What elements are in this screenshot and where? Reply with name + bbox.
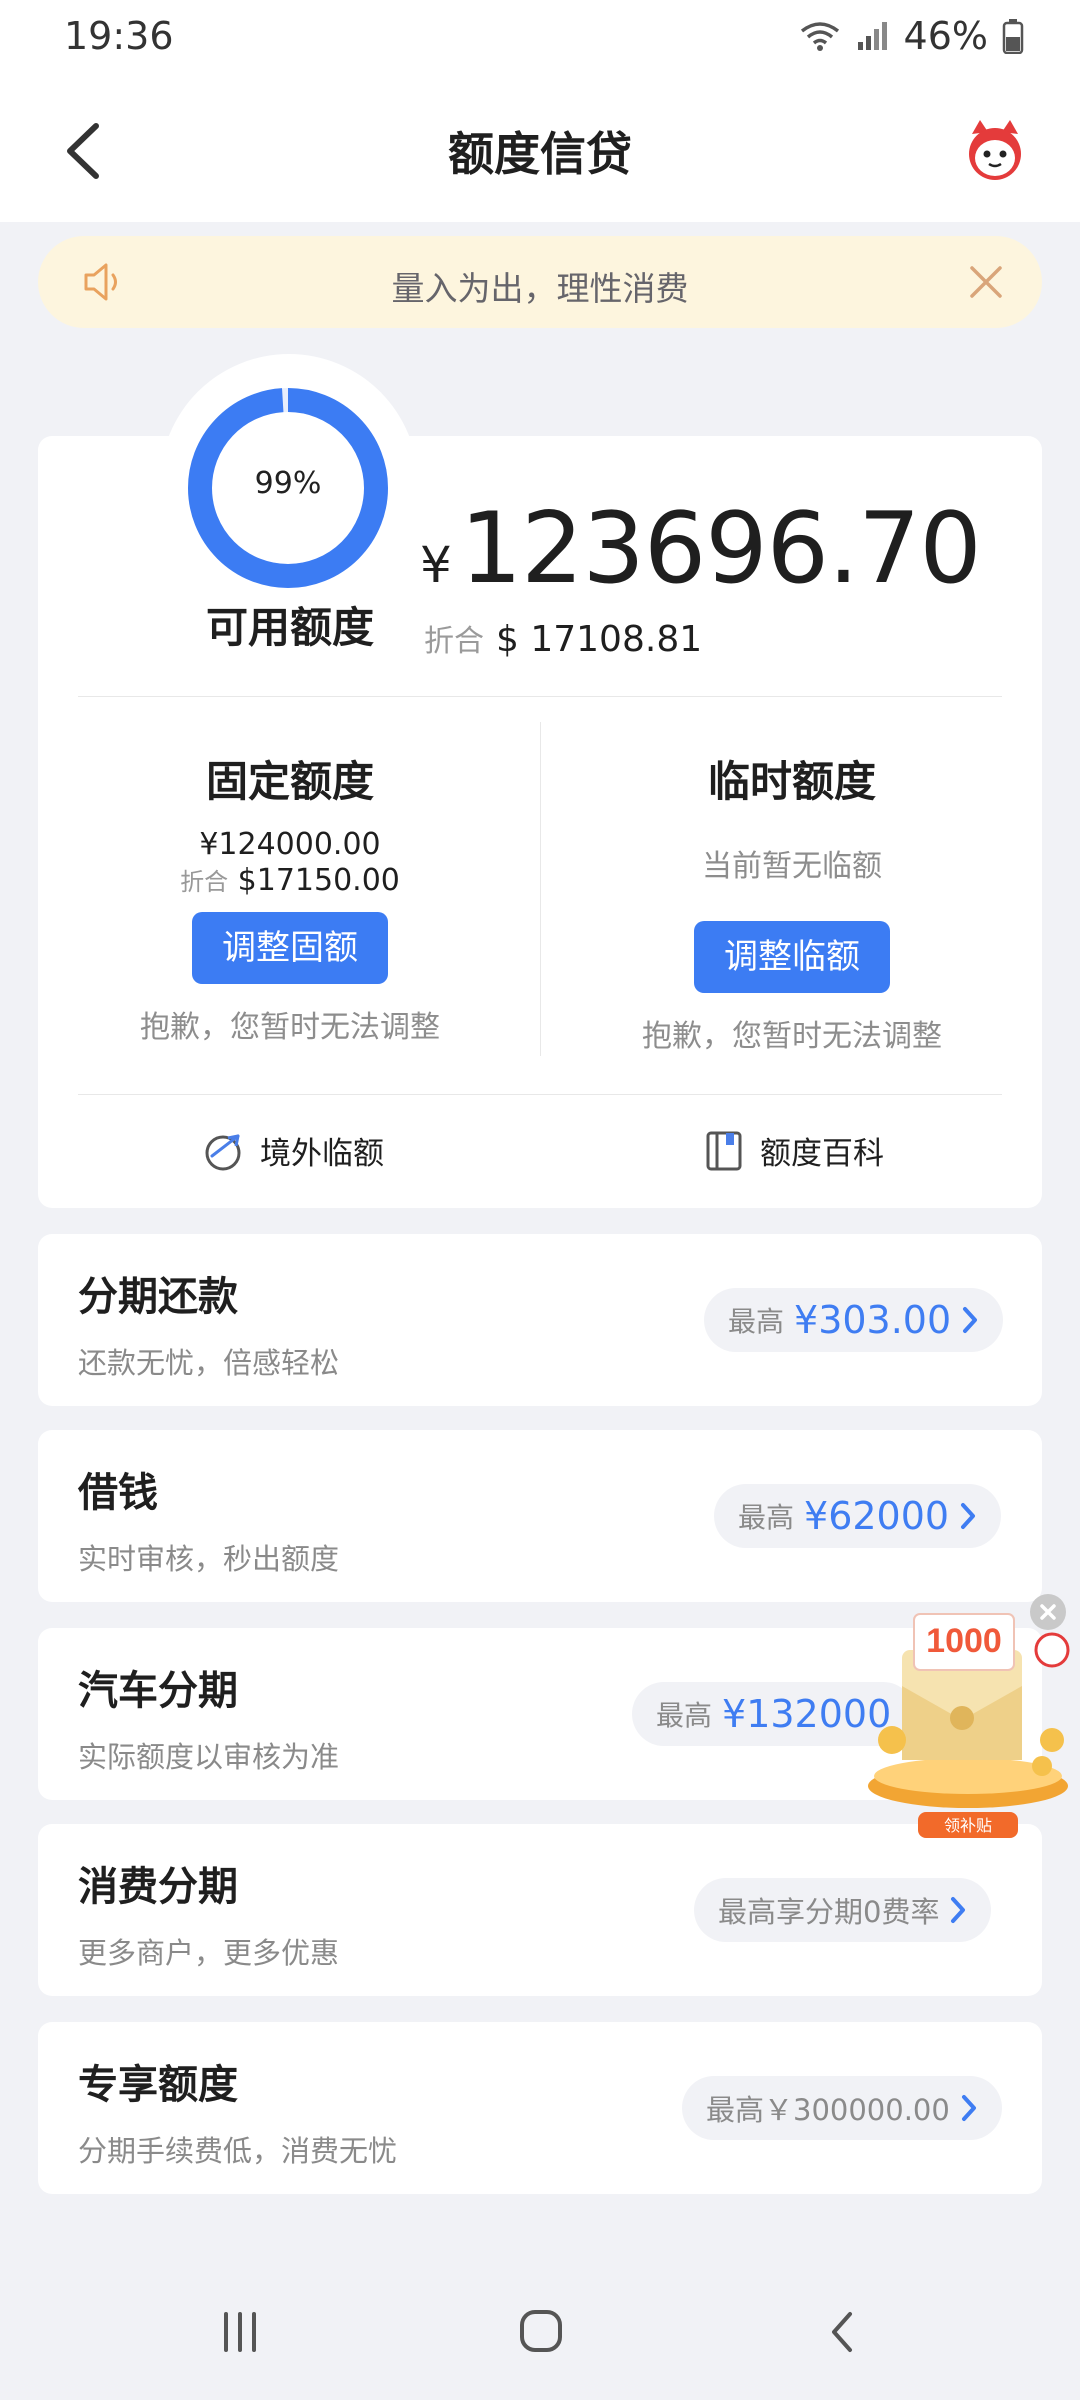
pill-label: 最高 <box>738 1501 795 1534</box>
chevron-right-icon <box>961 2095 976 2121</box>
close-icon[interactable] <box>964 260 1008 304</box>
currency-symbol: ¥ <box>420 536 452 594</box>
overseas-quota-link[interactable]: 境外临额 <box>202 1128 384 1173</box>
notice-text: 量入为出，理性消费 <box>391 269 689 308</box>
equivalent-amount: 折合 $ 17108.81 <box>424 616 702 660</box>
product-title: 汽车分期 <box>78 1668 238 1714</box>
temp-quota-status: 当前暂无临额 <box>702 849 882 884</box>
overseas-quota-label: 境外临额 <box>260 1136 384 1172</box>
promo-amount: 1000 <box>926 1622 1002 1660</box>
back-nav-icon[interactable] <box>826 2308 860 2356</box>
wifi-icon <box>800 22 839 51</box>
product-title: 消费分期 <box>78 1864 238 1910</box>
battery-percent: 46% <box>903 14 988 58</box>
product-title: 专享额度 <box>78 2062 238 2108</box>
book-icon <box>706 1131 742 1170</box>
plane-globe-icon <box>205 1134 241 1170</box>
available-amount: ¥ 123696.70 <box>420 492 982 606</box>
product-title: 借钱 <box>78 1470 158 1516</box>
product-row[interactable]: 分期还款 还款无忧，倍感轻松 最高 ¥303.00 <box>38 1234 1042 1406</box>
product-row[interactable]: 借钱 实时审核，秒出额度 最高 ¥62000 <box>38 1430 1042 1602</box>
pill-text: 最高享分期0费率 <box>718 1895 940 1929</box>
equiv-label: 折合 <box>424 624 484 659</box>
temp-quota-note: 抱歉，您暂时无法调整 <box>642 1019 942 1054</box>
notice-banner: 量入为出，理性消费 <box>38 236 1042 328</box>
home-icon[interactable] <box>518 2308 564 2354</box>
temp-quota-title: 临时额度 <box>707 757 876 806</box>
divider <box>540 722 541 1056</box>
divider <box>78 696 1002 697</box>
pill-label: 最高 <box>728 1305 785 1338</box>
promo-widget[interactable]: 1000 领补贴 <box>862 1590 1074 1840</box>
equiv-value: $ 17108.81 <box>496 619 703 660</box>
fixed-quota-equiv-label: 折合 <box>180 868 229 896</box>
pill-text: 最高￥300000.00 <box>706 2093 950 2127</box>
mascot-icon[interactable] <box>962 118 1028 184</box>
status-icons: 46% <box>798 14 1024 58</box>
signal-icon <box>857 22 887 50</box>
product-subtitle: 实时审核，秒出额度 <box>78 1542 340 1576</box>
product-row[interactable]: 消费分期 更多商户，更多优惠 最高享分期0费率 <box>38 1824 1042 1996</box>
chevron-right-icon <box>961 1503 976 1529</box>
product-pill[interactable]: 最高￥300000.00 <box>682 2076 1002 2140</box>
amount-value: 123696.70 <box>459 492 982 606</box>
pill-value: ¥303.00 <box>794 1298 952 1342</box>
product-title: 分期还款 <box>78 1274 238 1320</box>
product-subtitle: 实际额度以审核为准 <box>78 1740 340 1774</box>
fixed-quota: 固定额度 ¥124000.00 折合 $17150.00 调整固额 抱歉，您暂时… <box>50 748 530 1046</box>
product-subtitle: 分期手续费低，消费无忧 <box>78 2134 398 2168</box>
adjust-temp-button[interactable]: 调整临额 <box>694 921 890 993</box>
product-pill[interactable]: 最高 ¥62000 <box>714 1484 1002 1548</box>
app-header: 额度信贷 <box>0 80 1080 222</box>
fixed-quota-note: 抱歉，您暂时无法调整 <box>140 1010 440 1045</box>
ring-percent: 99% <box>254 466 322 501</box>
battery-icon <box>1002 19 1024 54</box>
fixed-quota-equiv-value: $17150.00 <box>237 863 400 898</box>
fixed-quota-equiv: 折合 $17150.00 <box>50 862 530 898</box>
system-nav-bar <box>0 2260 1080 2400</box>
available-label: 可用额度 <box>205 603 374 652</box>
recent-apps-icon[interactable] <box>218 2310 262 2354</box>
product-subtitle: 还款无忧，倍感轻松 <box>78 1346 340 1380</box>
quota-wiki-label: 额度百科 <box>760 1136 884 1172</box>
chevron-right-icon <box>963 1307 978 1333</box>
chevron-right-icon <box>951 1897 966 1923</box>
status-bar: 19:36 46% <box>0 0 1080 80</box>
product-pill[interactable]: 最高 ¥303.00 <box>704 1288 1004 1352</box>
page-title: 额度信贷 <box>448 127 632 181</box>
quota-wiki-link[interactable]: 额度百科 <box>704 1128 884 1173</box>
product-subtitle: 更多商户，更多优惠 <box>78 1936 340 1970</box>
temp-quota: 临时额度 当前暂无临额 调整临额 抱歉，您暂时无法调整 <box>552 748 1032 1055</box>
pill-value: ¥62000 <box>804 1494 950 1538</box>
fixed-quota-title: 固定额度 <box>205 757 374 806</box>
promo-label: 领补贴 <box>944 1816 992 1835</box>
product-pill[interactable]: 最高享分期0费率 <box>694 1878 992 1942</box>
fixed-quota-amount: ¥124000.00 <box>199 827 381 862</box>
status-time: 19:36 <box>64 14 174 58</box>
divider <box>78 1094 1002 1095</box>
adjust-fixed-button[interactable]: 调整固额 <box>192 912 388 984</box>
pill-label: 最高 <box>656 1699 713 1732</box>
product-row[interactable]: 专享额度 分期手续费低，消费无忧 最高￥300000.00 <box>38 2022 1042 2194</box>
